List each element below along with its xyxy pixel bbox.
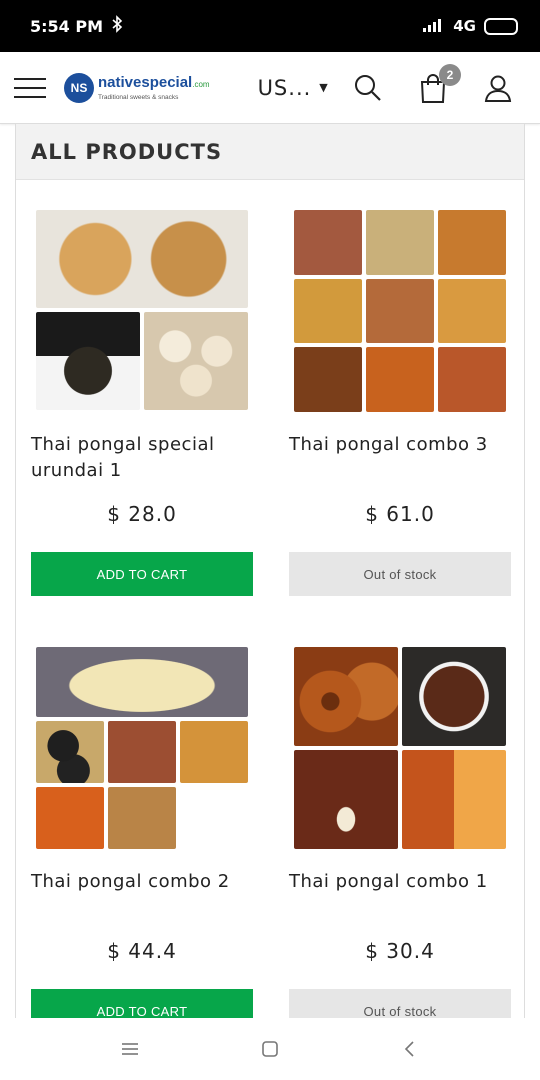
product-image[interactable] <box>36 647 248 849</box>
search-icon <box>355 75 381 101</box>
system-nav-bar <box>0 1018 540 1080</box>
product-name[interactable]: Thai pongal combo 2 <box>31 869 253 923</box>
bluetooth-icon <box>111 14 123 38</box>
status-time: 5:54 PM <box>30 16 104 36</box>
product-name[interactable]: Thai pongal combo 3 <box>289 432 511 486</box>
product-card[interactable]: Thai pongal special urundai 1 $ 28.0 ADD… <box>31 210 253 596</box>
product-name[interactable]: Thai pongal special urundai 1 <box>31 432 253 486</box>
product-price: $ 28.0 <box>107 502 177 526</box>
products-container: ALL PRODUCTS Thai pongal special urundai… <box>15 124 525 1018</box>
product-image[interactable] <box>36 210 248 412</box>
add-to-cart-button[interactable]: ADD TO CART <box>31 989 253 1018</box>
logo-name: nativespecial <box>98 73 193 91</box>
product-image[interactable] <box>294 210 506 412</box>
app-header: NS nativespecial.com Traditional sweets … <box>0 52 540 124</box>
square-icon <box>262 1041 278 1057</box>
cart-button[interactable]: 2 <box>413 64 461 108</box>
add-to-cart-button[interactable]: ADD TO CART <box>31 552 253 596</box>
hamburger-icon <box>14 77 46 80</box>
status-right: 4G <box>423 17 518 35</box>
battery-icon <box>484 17 518 35</box>
cart-count-badge: 2 <box>439 64 461 86</box>
status-bar: 5:54 PM 4G <box>0 0 540 52</box>
user-icon <box>484 75 512 102</box>
section-title: ALL PRODUCTS <box>31 139 223 164</box>
product-price: $ 61.0 <box>365 502 435 526</box>
home-button[interactable] <box>250 1029 290 1069</box>
logo-mark: NS <box>64 72 94 103</box>
out-of-stock-button: Out of stock <box>289 552 511 596</box>
product-price: $ 30.4 <box>365 939 435 963</box>
currency-label: US... <box>257 75 312 100</box>
product-card[interactable]: Thai pongal combo 3 $ 61.0 Out of stock <box>289 210 511 596</box>
product-card[interactable]: Thai pongal combo 1 $ 30.4 Out of stock <box>289 647 511 1018</box>
chevron-left-icon <box>404 1041 414 1057</box>
network-type: 4G <box>453 17 476 35</box>
product-image[interactable] <box>294 647 506 849</box>
logo-domain: .com <box>192 79 210 89</box>
menu-lines-icon <box>122 1043 138 1055</box>
search-button[interactable] <box>348 68 388 108</box>
product-price: $ 44.4 <box>107 939 177 963</box>
product-card[interactable]: Thai pongal combo 2 $ 44.4 ADD TO CART <box>31 647 253 1018</box>
section-header: ALL PRODUCTS <box>16 124 524 180</box>
account-button[interactable] <box>478 68 518 108</box>
product-name[interactable]: Thai pongal combo 1 <box>289 869 511 923</box>
out-of-stock-button: Out of stock <box>289 989 511 1018</box>
chevron-down-icon: ▼ <box>319 81 329 94</box>
currency-selector[interactable]: US... ▼ <box>258 76 329 100</box>
back-button[interactable] <box>390 1029 430 1069</box>
signal-icon <box>423 18 445 35</box>
recent-apps-button[interactable] <box>110 1029 150 1069</box>
menu-button[interactable] <box>8 66 52 110</box>
site-logo[interactable]: NS nativespecial.com Traditional sweets … <box>64 72 210 103</box>
logo-tagline: Traditional sweets & snacks <box>98 93 179 101</box>
